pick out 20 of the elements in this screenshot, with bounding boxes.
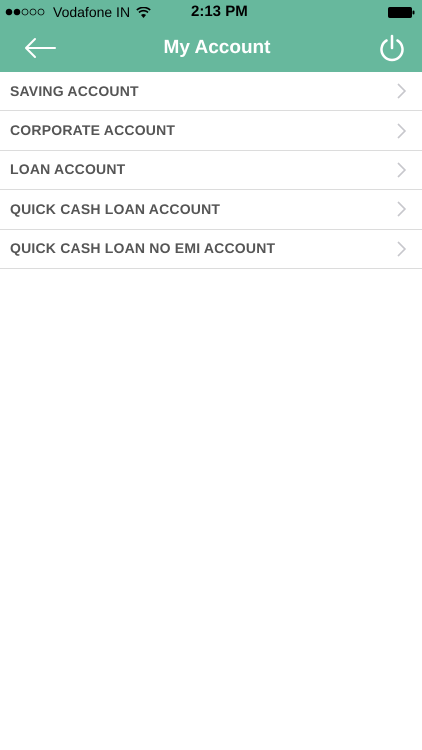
chevron-icon bbox=[397, 201, 406, 218]
power-icon bbox=[378, 34, 406, 62]
chevron-icon bbox=[397, 240, 406, 257]
back-button[interactable] bbox=[24, 37, 56, 59]
account-row[interactable]: SAVING ACCOUNT bbox=[0, 72, 422, 112]
status-time: 2:13 PM bbox=[191, 2, 248, 22]
battery-icon bbox=[388, 6, 415, 18]
wifi-icon bbox=[136, 6, 152, 18]
carrier-name: Vodafone IN bbox=[53, 2, 130, 22]
account-row[interactable]: CORPORATE ACCOUNT bbox=[0, 111, 422, 151]
account-row[interactable]: QUICK CASH LOAN ACCOUNT bbox=[0, 190, 422, 230]
chevron-icon bbox=[397, 83, 406, 100]
power-button[interactable] bbox=[378, 34, 406, 62]
back-arrow-icon bbox=[24, 37, 56, 59]
screen-title: My Account bbox=[164, 36, 270, 60]
account-row[interactable]: LOAN ACCOUNT bbox=[0, 150, 422, 190]
chevron-icon bbox=[397, 122, 406, 139]
signal-icon bbox=[5, 8, 47, 16]
chevron-icon bbox=[397, 162, 406, 178]
account-row[interactable]: QUICK CASH LOAN NO EMI ACCOUNT bbox=[0, 230, 422, 269]
